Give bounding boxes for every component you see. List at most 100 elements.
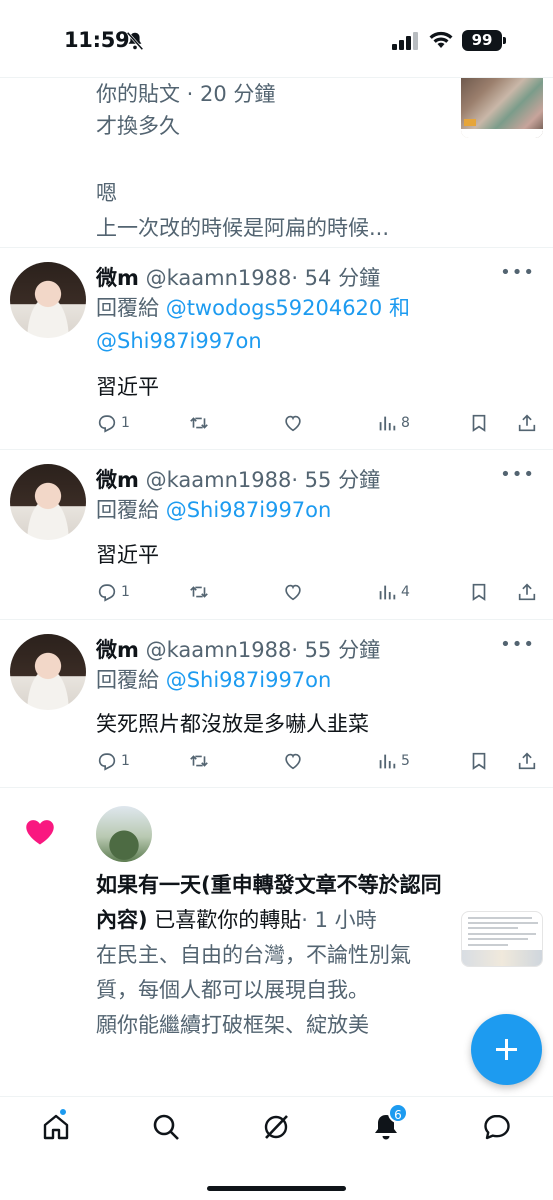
post-meta: 你的貼文 · 20 分鐘: [96, 82, 276, 106]
notification-time: · 1 小時: [301, 908, 377, 932]
bookmark-button[interactable]: [468, 411, 490, 435]
reply-icon: [98, 753, 116, 771]
heart-filled-icon: [26, 820, 54, 845]
notifications-badge: 6: [388, 1103, 408, 1123]
share-icon: [518, 752, 536, 770]
reply-icon: [98, 415, 116, 433]
repost-button[interactable]: [188, 749, 210, 773]
repost-icon: [190, 417, 208, 429]
tweet-actions: 1 4: [96, 580, 546, 604]
like-button[interactable]: [282, 580, 304, 604]
mention-joiner: 和: [388, 296, 410, 320]
post-text-line: 上一次改的時候是阿扁的時候...: [96, 216, 390, 240]
mention-link[interactable]: @twodogs59204620: [166, 296, 383, 320]
chat-bubble-icon: [484, 1114, 510, 1140]
reply-button[interactable]: 1: [96, 580, 130, 604]
avatar[interactable]: [96, 806, 152, 862]
tab-notifications[interactable]: 6: [370, 1103, 408, 1143]
tab-home[interactable]: [40, 1107, 72, 1143]
reply-count: 1: [121, 753, 130, 769]
share-button[interactable]: [516, 580, 538, 604]
display-name[interactable]: 微m: [96, 266, 139, 290]
tweet-header: 微m @kaamn1988· 55 分鐘: [96, 634, 380, 664]
reply-to-line: 回覆給 @Shi987i997on: [96, 664, 456, 697]
new-posts-dot: [58, 1107, 68, 1117]
views-count: 8: [401, 415, 410, 431]
more-options-icon[interactable]: •••: [500, 464, 535, 485]
tab-messages[interactable]: [481, 1111, 513, 1143]
notification-preview-line: 在民主、自由的台灣，不論性別氣質，每個人都可以展現自我。: [96, 943, 411, 1002]
share-icon: [518, 583, 536, 601]
avatar[interactable]: [10, 262, 86, 338]
like-button[interactable]: [282, 749, 304, 773]
avatar[interactable]: [10, 464, 86, 540]
views-count: 5: [401, 753, 410, 769]
mention-link[interactable]: @Shi987i997on: [96, 329, 262, 353]
reply-to-label: 回覆給: [96, 296, 159, 320]
bookmark-icon: [472, 414, 486, 432]
tweet-actions: 1 8: [96, 411, 546, 435]
bookmark-button[interactable]: [468, 749, 490, 773]
like-button[interactable]: [282, 411, 304, 435]
views-button[interactable]: 5: [376, 749, 410, 773]
user-handle: @kaamn1988: [145, 638, 292, 662]
tweet-header: 微m @kaamn1988· 54 分鐘: [96, 262, 380, 292]
views-button[interactable]: 4: [376, 580, 410, 604]
reply-icon: [98, 584, 116, 602]
share-button[interactable]: [516, 749, 538, 773]
home-icon: [43, 1114, 69, 1140]
battery-indicator: 99: [462, 30, 506, 51]
reply-tweet[interactable]: 微m @kaamn1988· 55 分鐘 ••• 回覆給 @Shi987i997…: [0, 620, 553, 788]
notification-text: 如果有一天(重申轉發文章不等於認同內容) 已喜歡你的轉貼· 1 小時 在民主、自…: [96, 868, 446, 1043]
heart-outline-icon: [285, 584, 301, 601]
bookmark-button[interactable]: [468, 580, 490, 604]
tab-search[interactable]: [150, 1111, 182, 1143]
mention-link[interactable]: @Shi987i997on: [166, 668, 332, 692]
grok-icon: [264, 1115, 288, 1139]
repost-button[interactable]: [188, 580, 210, 604]
tweet-time: · 54 分鐘: [291, 266, 381, 290]
bottom-tab-bar: 6: [0, 1096, 553, 1200]
more-options-icon[interactable]: •••: [500, 634, 535, 655]
status-bar: 11:59 99: [0, 0, 553, 78]
reply-tweet[interactable]: 微m @kaamn1988· 55 分鐘 ••• 回覆給 @Shi987i997…: [0, 450, 553, 620]
heart-outline-icon: [285, 753, 301, 770]
avatar[interactable]: [10, 634, 86, 710]
mention-link[interactable]: @Shi987i997on: [166, 498, 332, 522]
thumbnail-tag: [464, 119, 476, 126]
my-post-card[interactable]: 你的貼文 · 20 分鐘 才換多久 嗯 上一次改的時候是阿扁的時候...: [0, 78, 553, 248]
display-name[interactable]: 微m: [96, 468, 139, 492]
tweet-text: 習近平: [96, 375, 159, 399]
views-chart-icon: [379, 416, 396, 431]
tweet-text: 笑死照片都沒放是多嚇人韭菜: [96, 712, 369, 736]
post-image-thumbnail[interactable]: [461, 78, 543, 138]
reply-button[interactable]: 1: [96, 749, 130, 773]
share-icon: [518, 414, 536, 432]
post-text-line: 嗯: [96, 181, 117, 205]
share-button[interactable]: [516, 411, 538, 435]
reply-button[interactable]: 1: [96, 411, 130, 435]
repost-icon: [190, 755, 208, 767]
compose-button[interactable]: [471, 1014, 542, 1085]
home-indicator: [207, 1186, 346, 1191]
views-count: 4: [401, 584, 410, 600]
reply-to-line: 回覆給 @Shi987i997on: [96, 494, 456, 527]
user-handle: @kaamn1988: [145, 468, 292, 492]
notification-image-thumbnail[interactable]: [461, 911, 543, 967]
thumbnail-caption-strip: [461, 129, 543, 138]
status-time: 11:59: [64, 28, 130, 52]
notification-preview-line: 願你能繼續打破框架、綻放美: [96, 1013, 369, 1037]
repost-button[interactable]: [188, 411, 210, 435]
search-icon: [153, 1114, 179, 1140]
post-text-line: 才換多久: [96, 114, 180, 138]
display-name[interactable]: 微m: [96, 638, 139, 662]
tab-grok[interactable]: [260, 1111, 292, 1143]
views-button[interactable]: 8: [376, 411, 410, 435]
notification-action: 已喜歡你的轉貼: [154, 908, 302, 932]
more-options-icon[interactable]: •••: [500, 262, 535, 283]
reply-tweet[interactable]: 微m @kaamn1988· 54 分鐘 ••• 回覆給 @twodogs592…: [0, 248, 553, 450]
tweet-time: · 55 分鐘: [291, 638, 381, 662]
views-chart-icon: [379, 585, 396, 600]
tweet-text: 習近平: [96, 543, 159, 567]
reply-to-label: 回覆給: [96, 498, 159, 522]
